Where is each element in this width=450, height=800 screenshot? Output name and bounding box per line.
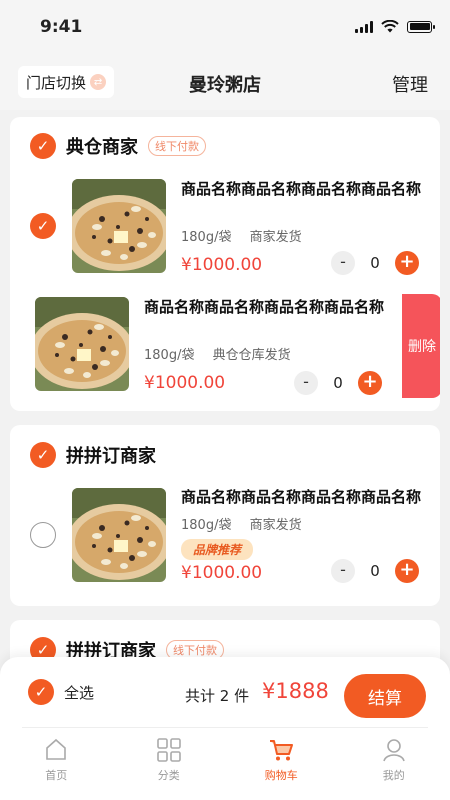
product-spec: 180g/袋: [181, 230, 232, 245]
select-all-checkbox[interactable]: ✓: [28, 679, 54, 705]
shop-card: ✓ 拼拼订商家 商品名称商品名称商品名称商品名称 180g/袋 商家发货 品牌推…: [10, 425, 440, 606]
page-title: 曼玲粥店: [189, 75, 261, 96]
product-shipping: 商家发货: [249, 230, 302, 245]
tab-home[interactable]: 首页: [0, 737, 113, 787]
product-image[interactable]: [35, 297, 129, 391]
product-spec: 180g/袋: [181, 518, 232, 533]
increase-button[interactable]: +: [395, 559, 419, 583]
brand-recommend-badge: 品牌推荐: [181, 539, 254, 560]
decrease-button[interactable]: -: [331, 559, 355, 583]
tab-profile[interactable]: 我的: [338, 737, 450, 787]
checkout-button[interactable]: 结算: [344, 674, 426, 718]
product-image[interactable]: [72, 179, 166, 273]
total-count: 共计 2 件: [185, 687, 250, 705]
manage-button[interactable]: 管理: [392, 71, 428, 97]
cart-footer: ✓ 全选 共计 2 件 ¥1888 结算 首页 分类 购物车 我的: [0, 657, 450, 800]
offline-pay-badge: 线下付款: [148, 136, 206, 156]
shop-checkbox[interactable]: ✓: [30, 133, 56, 159]
quantity-value: 0: [370, 254, 380, 272]
product-price: ¥1000.00: [181, 255, 263, 275]
nav-header: 门店切换 ⇄ 曼玲粥店 管理: [0, 56, 450, 110]
total-price: ¥1888: [262, 679, 329, 703]
item-checkbox[interactable]: ✓: [30, 213, 56, 239]
decrease-button[interactable]: -: [294, 371, 318, 395]
product-title[interactable]: 商品名称商品名称商品名称商品名称: [181, 177, 421, 201]
divider: [22, 727, 428, 728]
product-image[interactable]: [72, 488, 166, 582]
wifi-icon: [381, 20, 399, 33]
delete-button[interactable]: 删除: [402, 294, 440, 398]
product-title[interactable]: 商品名称商品名称商品名称商品名称: [144, 295, 384, 319]
tab-label: 我的: [382, 769, 405, 782]
increase-button[interactable]: +: [395, 251, 419, 275]
shop-name: 典仓商家: [66, 137, 138, 158]
product-shipping: 典仓仓库发货: [212, 348, 291, 363]
product-shipping: 商家发货: [249, 518, 302, 533]
product-price: ¥1000.00: [144, 373, 226, 393]
tab-bar: 首页 分类 购物车 我的: [0, 737, 450, 787]
shop-name: 拼拼订商家: [66, 446, 156, 467]
shop-checkbox[interactable]: ✓: [30, 442, 56, 468]
profile-icon: [382, 739, 405, 762]
category-icon: [156, 738, 181, 762]
select-all-label: 全选: [64, 683, 95, 702]
decrease-button[interactable]: -: [331, 251, 355, 275]
status-bar: 9:41: [0, 0, 450, 56]
signal-icon: [355, 20, 373, 33]
status-time: 9:41: [40, 17, 83, 37]
item-checkbox[interactable]: [30, 522, 56, 548]
tab-category[interactable]: 分类: [113, 737, 226, 787]
home-icon: [46, 738, 67, 760]
increase-button[interactable]: +: [358, 371, 382, 395]
tab-cart[interactable]: 购物车: [225, 737, 338, 787]
product-price: ¥1000.00: [181, 563, 263, 583]
product-spec: 180g/袋: [144, 348, 195, 363]
tab-label: 购物车: [264, 769, 298, 782]
quantity-stepper: - 0 +: [294, 371, 382, 395]
select-all-toggle[interactable]: ✓ 全选: [28, 679, 94, 705]
quantity-stepper: - 0 +: [331, 559, 419, 583]
quantity-value: 0: [333, 374, 343, 392]
cart-icon: [270, 740, 294, 761]
tab-label: 分类: [157, 769, 180, 782]
battery-icon: [407, 20, 435, 33]
tab-label: 首页: [45, 769, 68, 782]
quantity-stepper: - 0 +: [331, 251, 419, 275]
shop-card: ✓ 典仓商家 线下付款 ✓ 商品名称商品名称商品名称商品名称 180g/袋 商家…: [10, 117, 440, 411]
quantity-value: 0: [370, 562, 380, 580]
product-title[interactable]: 商品名称商品名称商品名称商品名称: [181, 485, 421, 509]
